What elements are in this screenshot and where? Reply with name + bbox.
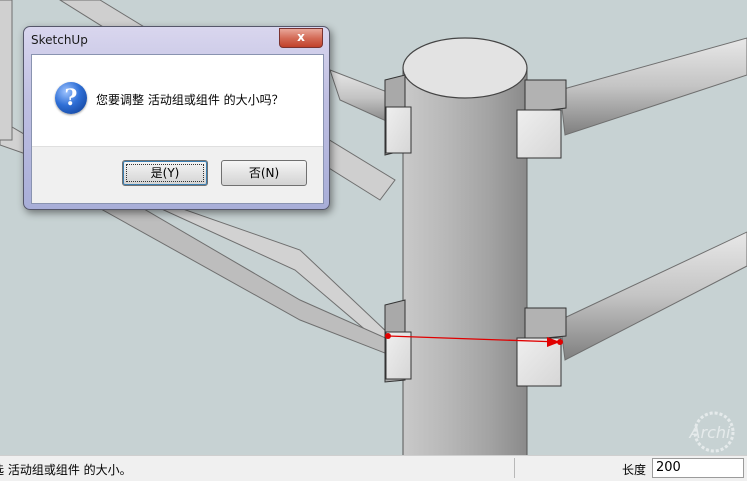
focus-rectangle: [126, 164, 204, 182]
close-button[interactable]: x: [279, 28, 323, 48]
watermark-logo: Archi: [689, 411, 735, 453]
measurements-input[interactable]: 200: [652, 458, 744, 478]
status-text: 选 活动组或组件 的大小。: [0, 463, 132, 477]
watermark-text: Archi: [689, 423, 731, 442]
no-button[interactable]: 否(N): [221, 160, 307, 186]
brace-tube-far-left: [0, 0, 13, 141]
brace-tube-lower-right: [559, 231, 747, 361]
resize-confirm-dialog: SketchUp x ? 您要调整 活动组或组件 的大小吗？ 是(Y) 否(N): [23, 26, 330, 210]
question-icon: ?: [55, 82, 87, 114]
main-column: [402, 37, 528, 455]
status-divider: [514, 458, 515, 478]
yes-button[interactable]: 是(Y): [122, 160, 208, 186]
dialog-title: SketchUp: [31, 33, 88, 47]
measurements-label: 长度: [622, 463, 647, 477]
status-bar: 选 活动组或组件 的大小。 长度 200: [0, 455, 747, 481]
close-icon: x: [297, 30, 305, 44]
brace-tube-upper-right: [559, 37, 747, 136]
no-button-label: 否(N): [248, 166, 280, 180]
dialog-message: 您要调整 活动组或组件 的大小吗？: [96, 93, 284, 107]
